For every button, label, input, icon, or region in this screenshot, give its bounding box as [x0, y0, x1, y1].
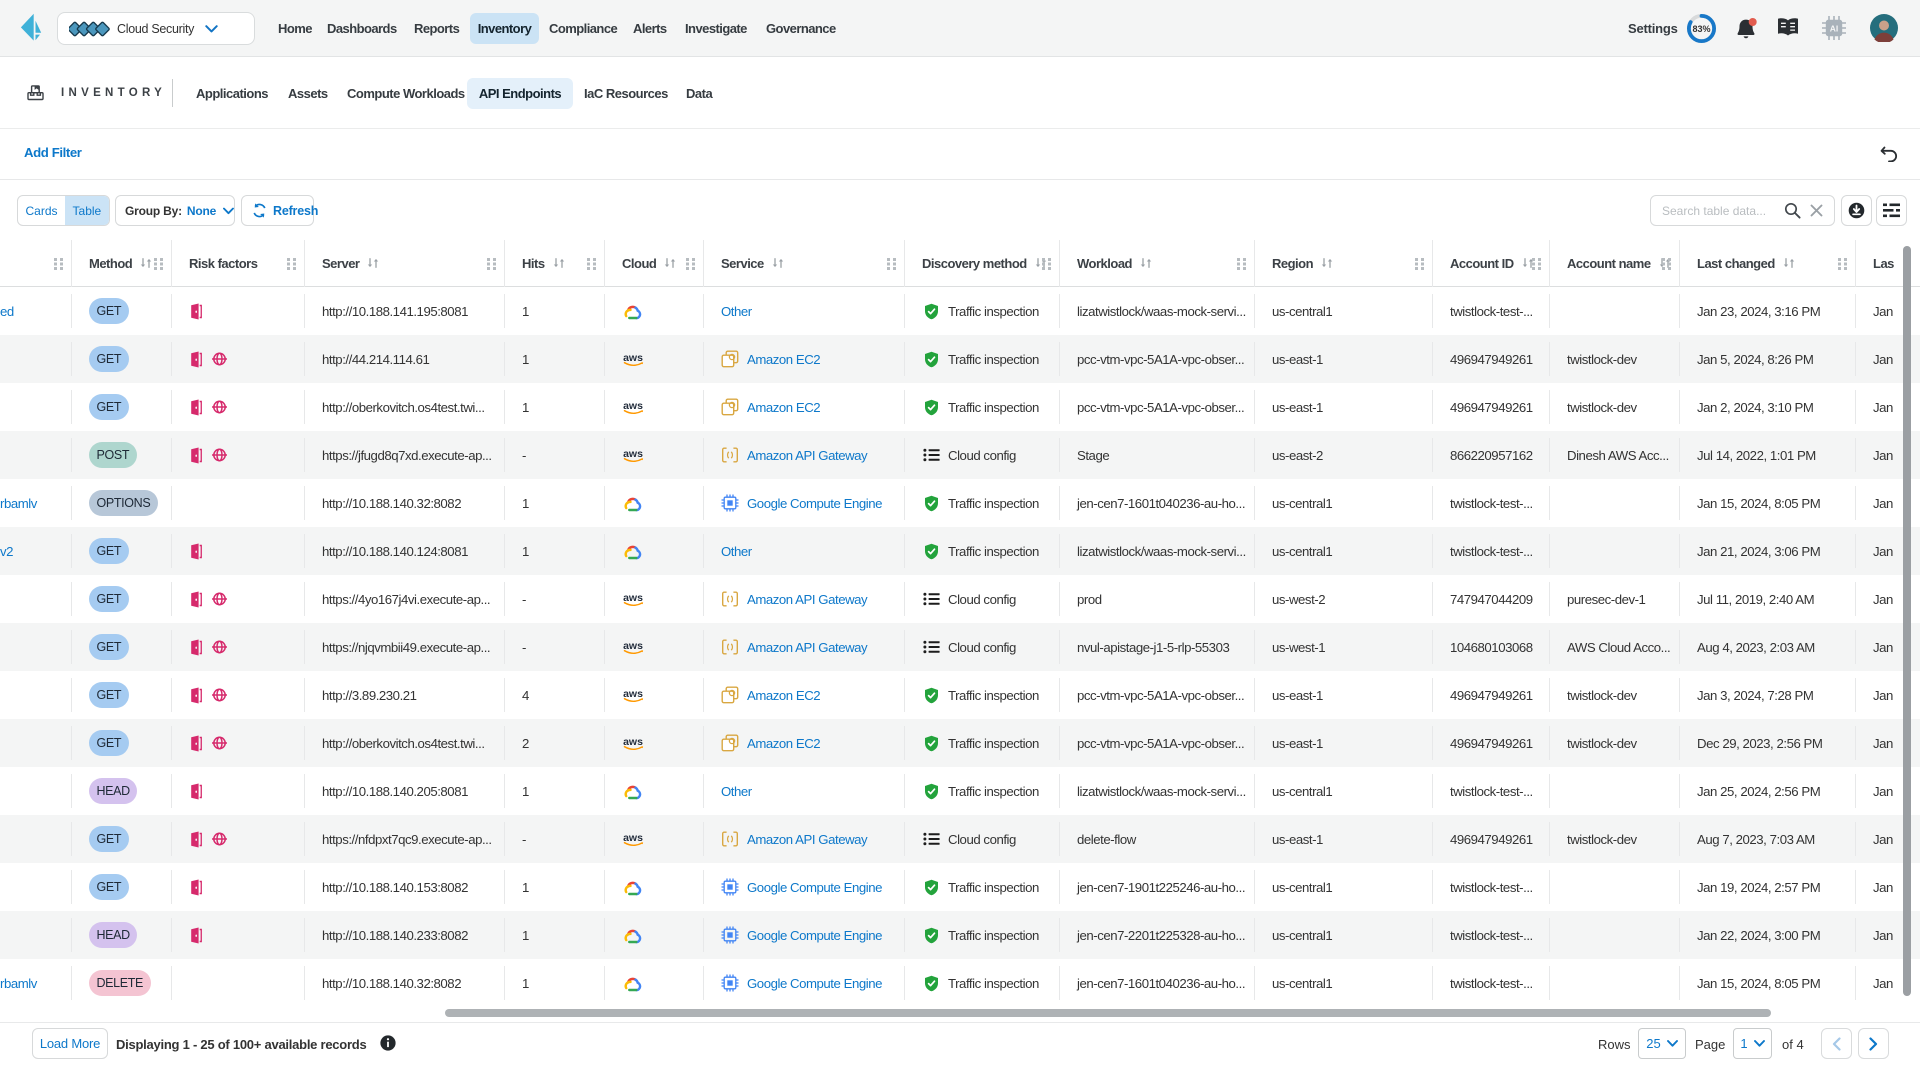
svg-text:aws: aws	[623, 400, 643, 412]
svg-text:aws: aws	[623, 640, 643, 652]
svg-text:aws: aws	[623, 688, 643, 700]
svg-text:aws: aws	[623, 592, 643, 604]
svg-text:AI: AI	[1830, 23, 1839, 33]
svg-text:aws: aws	[623, 352, 643, 364]
svg-text:aws: aws	[623, 736, 643, 748]
svg-text:83%: 83%	[1692, 24, 1710, 34]
svg-text:aws: aws	[623, 448, 643, 460]
svg-text:aws: aws	[623, 832, 643, 844]
